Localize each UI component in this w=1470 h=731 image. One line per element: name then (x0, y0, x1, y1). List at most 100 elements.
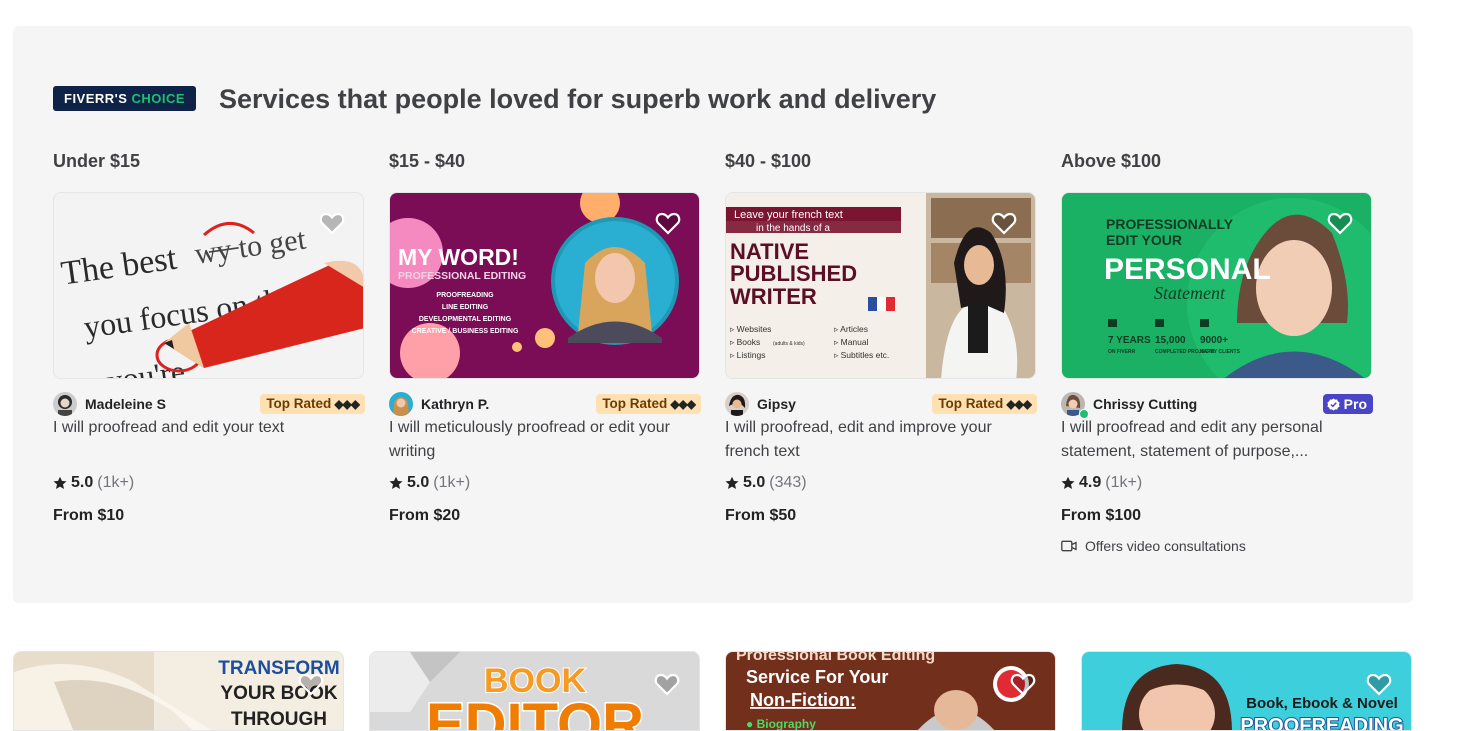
seller-avatar[interactable] (725, 392, 749, 416)
gig-card-preview[interactable]: TRANSFORM YOUR BOOK THROUGH (13, 651, 344, 731)
thumb-line-2: PROFESSIONAL EDITING (398, 270, 526, 282)
thumb-line-1: MY WORD! (398, 244, 519, 270)
price-tier-column: Under $15 The best w̶y̶ to get you focus… (53, 150, 365, 524)
badge-accent: CHOICE (131, 91, 185, 106)
seller-info: Kathryn P. Top Rated ◆◆◆ (389, 392, 701, 416)
thumb-line-6: ON FIVERR (1108, 349, 1136, 355)
seller-name[interactable]: Madeleine S (85, 396, 166, 412)
thumb-line-10: ▹ Articles (834, 324, 868, 334)
rating-score: 5.0 (71, 474, 94, 491)
thumb-line-8: (adults & kids) (773, 341, 805, 347)
thumb-line-3: Non-Fiction: (750, 690, 856, 710)
thumb-line-6: ▹ Websites (730, 324, 771, 334)
seller-avatar[interactable] (389, 392, 413, 416)
video-consultation-label: Offers video consultations (1085, 538, 1246, 554)
thumb-line-2: Service For Your (746, 667, 888, 687)
gig-thumbnail[interactable]: The best w̶y̶ to get you focus on th you… (53, 192, 364, 379)
gig-title-link[interactable]: I will proofread and edit your text (53, 416, 365, 440)
heart-icon (1366, 673, 1392, 696)
thumb-line-5: WRITER (730, 284, 817, 309)
gig-image: TRANSFORM YOUR BOOK THROUGH (14, 652, 343, 730)
level-label: Top Rated (266, 396, 332, 411)
rating-count: (1k+) (433, 474, 471, 491)
favorite-heart-button[interactable] (1326, 209, 1354, 237)
video-camera-icon (1061, 540, 1077, 552)
heart-icon (654, 673, 680, 696)
pro-label: Pro (1343, 396, 1367, 412)
star-icon (389, 476, 403, 489)
gig-thumbnail[interactable]: Leave your french text in the hands of a… (725, 192, 1036, 379)
favorite-heart-button[interactable] (1365, 670, 1393, 698)
gig-card-preview[interactable]: BOOK EDITOR (369, 651, 700, 731)
heart-icon (1010, 673, 1036, 696)
price-tier-column: $15 - $40 MY WORD! PROFESSIONAL EDITING … (389, 150, 701, 524)
gig-rating: 5.0 (1k+) (389, 474, 470, 492)
gig-title-link[interactable]: I will meticulously proofread or edit yo… (389, 416, 701, 464)
gig-image: Book, Ebook & Novel PROOFREADING (1082, 652, 1411, 730)
heart-icon (991, 212, 1017, 235)
rating-score: 5.0 (407, 474, 430, 491)
seller-info: Chrissy Cutting Pro (1061, 392, 1373, 416)
seller-name[interactable]: Chrissy Cutting (1093, 396, 1197, 412)
gig-card-preview[interactable]: Book, Ebook & Novel PROOFREADING (1081, 651, 1412, 731)
gig-image: BOOK EDITOR (370, 652, 699, 730)
level-label: Top Rated (602, 396, 668, 411)
thumb-line-11: ▹ Manual (834, 337, 869, 347)
heart-icon (655, 212, 681, 235)
thumb-line-2: EDIT YOUR (1106, 232, 1182, 248)
gig-thumbnail[interactable]: PROFESSIONALLY EDIT YOUR PERSONAL Statem… (1061, 192, 1372, 379)
favorite-heart-button[interactable] (1009, 670, 1037, 698)
seller-info: Gipsy Top Rated ◆◆◆ (725, 392, 1037, 416)
thumb-line-9: 9000+ (1200, 335, 1228, 346)
thumb-line-10: HAPPY CLIENTS (1200, 349, 1241, 355)
price-tier-title: $40 - $100 (725, 151, 812, 171)
top-rated-badge: Top Rated ◆◆◆ (596, 394, 701, 414)
thumb-line-5: DEVELOPMENTAL EDITING (419, 316, 512, 323)
gig-rating: 4.9 (1k+) (1061, 474, 1142, 492)
gig-price: From $20 (389, 507, 461, 524)
star-icon (725, 476, 739, 489)
gig-image: Professional Book Editing Service For Yo… (726, 652, 1055, 731)
rating-score: 4.9 (1079, 474, 1102, 491)
seller-avatar[interactable] (53, 392, 77, 416)
thumb-line-9: ▹ Listings (730, 350, 765, 360)
thumb-line-4: Statement (1154, 283, 1226, 303)
star-icon (1061, 476, 1075, 489)
favorite-heart-button[interactable] (653, 670, 681, 698)
thumb-line-5: 7 YEARS (1108, 335, 1151, 346)
thumb-line-4: LINE EDITING (442, 304, 489, 311)
favorite-heart-button[interactable] (318, 209, 346, 237)
favorite-heart-button[interactable] (297, 670, 325, 698)
thumb-line-6: CREATIVE / BUSINESS EDITING (412, 328, 519, 335)
thumb-line-1: Professional Book Editing (736, 652, 935, 664)
gig-title-link[interactable]: I will proofread and edit any personal s… (1061, 416, 1373, 464)
gig-rating: 5.0 (343) (725, 474, 807, 492)
favorite-heart-button[interactable] (654, 209, 682, 237)
verified-check-icon (1327, 397, 1340, 411)
rating-count: (1k+) (1105, 474, 1143, 491)
gig-thumbnail[interactable]: MY WORD! PROFESSIONAL EDITING PROOFREADI… (389, 192, 700, 379)
seller-name[interactable]: Kathryn P. (421, 396, 489, 412)
pro-badge: Pro (1322, 394, 1373, 414)
thumb-line-4: ● Biography (746, 717, 816, 731)
price-tier-title: Above $100 (1061, 151, 1162, 171)
price-tier-column: $40 - $100 Leave your french text in the… (725, 150, 1037, 524)
badge-brand: FIVERR'S (64, 91, 128, 106)
gig-price: From $10 (53, 507, 125, 524)
video-consultation-note: Offers video consultations (1061, 538, 1246, 554)
thumb-line-12: ▹ Subtitles etc. (834, 350, 889, 360)
gig-price: From $50 (725, 507, 797, 524)
rating-count: (343) (769, 474, 807, 491)
favorite-heart-button[interactable] (990, 209, 1018, 237)
diamond-icons: ◆◆◆ (1006, 397, 1032, 411)
star-icon (53, 476, 67, 489)
section-headline: Services that people loved for superb wo… (219, 84, 937, 114)
thumb-line-7: 15,000 (1155, 335, 1186, 346)
seller-name[interactable]: Gipsy (757, 396, 796, 412)
price-tier-title: Under $15 (53, 151, 141, 171)
thumb-line-1: Leave your french text (734, 209, 843, 221)
gig-card-preview[interactable]: Professional Book Editing Service For Yo… (725, 651, 1056, 731)
gig-rating: 5.0 (1k+) (53, 474, 134, 492)
thumb-line-1: PROFESSIONALLY (1106, 216, 1234, 232)
gig-title-link[interactable]: I will proofread, edit and improve your … (725, 416, 1037, 464)
